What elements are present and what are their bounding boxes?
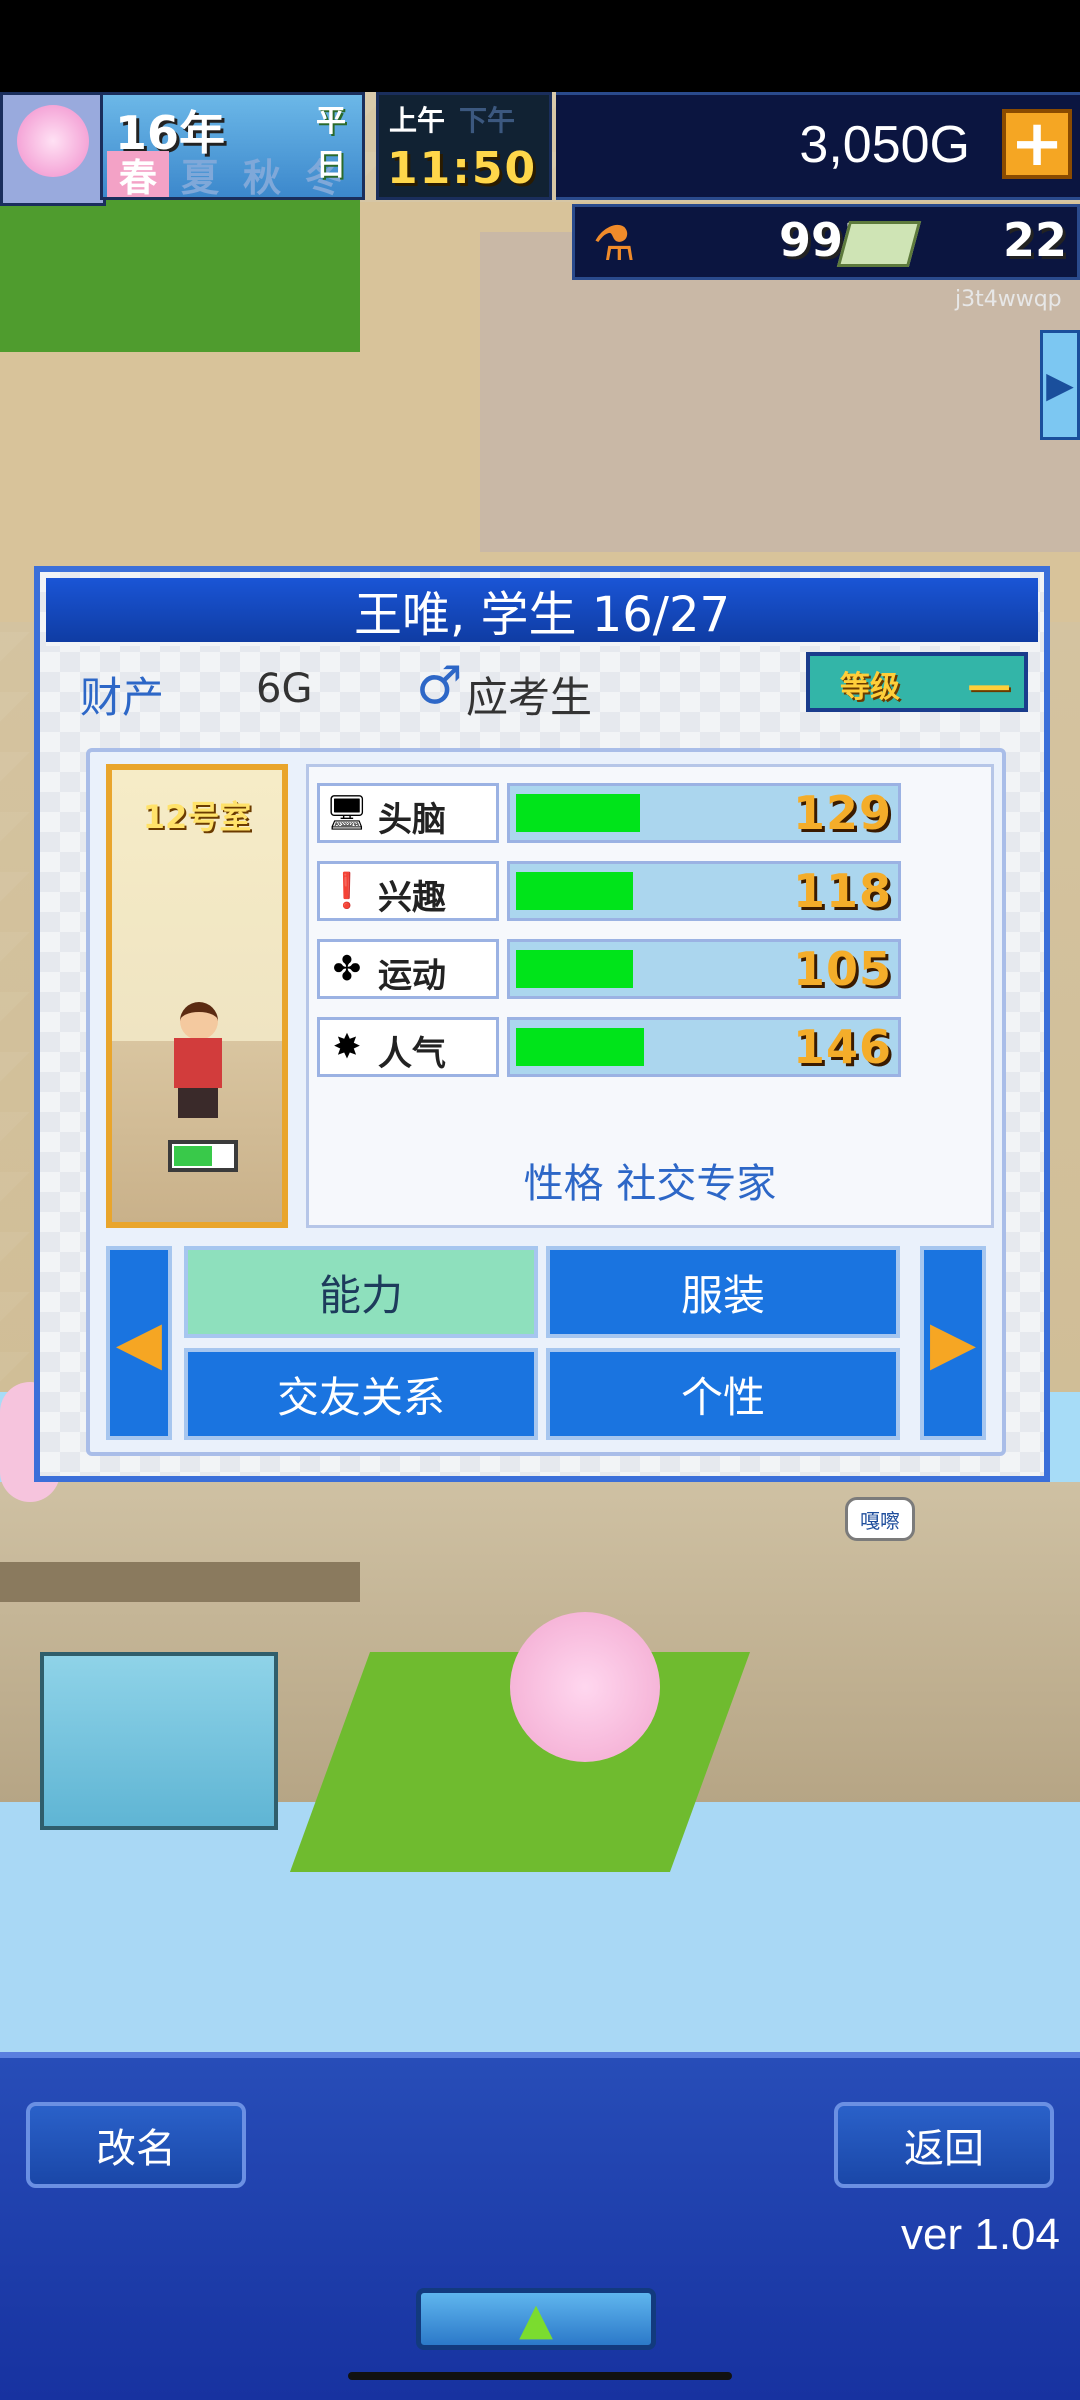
sprite-body <box>174 1038 222 1088</box>
glass-entrance <box>40 1652 278 1830</box>
stat-label-box: ✤ 运动 <box>317 939 499 999</box>
battery-icon <box>168 1140 238 1172</box>
stat-bar: 105 <box>507 939 901 999</box>
stat-bar-fill <box>516 872 633 910</box>
sprite-head <box>180 1002 218 1040</box>
stat-row-popularity: ✸ 人气 146 <box>317 1017 901 1077</box>
cherry-blossom-icon <box>17 105 89 177</box>
pm-label: 下午 <box>459 104 516 137</box>
watermark: j3t4wwqp <box>955 287 1062 312</box>
battery-fill <box>174 1146 212 1166</box>
money-value: 3,050G <box>799 116 970 174</box>
plus-icon: + <box>1010 107 1064 181</box>
stat-value: 146 <box>792 1020 892 1074</box>
season-avatar[interactable] <box>0 92 106 206</box>
room-card: 12号室 <box>106 764 288 1228</box>
student-status: 应考生 <box>466 673 593 722</box>
tab-relationships[interactable]: 交友关系 <box>184 1348 538 1440</box>
chevron-right-icon: ▶ <box>929 1308 977 1378</box>
hud: 16年 春 夏 秋 冬 平日 上午 下午 11:50 3,050G + ⚗ 99… <box>0 92 1080 312</box>
tab-personality[interactable]: 个性 <box>546 1348 900 1440</box>
season-autumn: 秋 <box>242 155 281 200</box>
next-student-button[interactable]: ▶ <box>920 1246 986 1440</box>
rename-button[interactable]: 改名 <box>26 2102 246 2188</box>
clock-time: 11:50 <box>387 143 538 194</box>
version-label: ver 1.04 <box>901 2210 1060 2259</box>
student-panel: 王唯, 学生 16/27 财产 6G ♂ 应考生 等级 一 12号室 🖥 头脑 … <box>34 566 1050 1482</box>
stat-label-box: ✸ 人气 <box>317 1017 499 1077</box>
cash-count: 22 <box>1002 213 1067 267</box>
panel-title: 王唯, 学生 16/27 <box>46 578 1038 646</box>
asset-label: 财产 <box>80 673 165 722</box>
popularity-icon: ✸ <box>332 1027 362 1067</box>
room-label: 12号室 <box>142 798 252 836</box>
stat-bar: 129 <box>507 783 901 843</box>
status-bar <box>0 0 1080 92</box>
flask-icon: ⚗ <box>592 216 636 272</box>
level-badge: 等级 一 <box>806 652 1028 714</box>
triangle-up-icon: ▲ <box>519 2293 553 2345</box>
level-value: 一 <box>968 665 1011 714</box>
stat-bar-fill <box>516 794 640 832</box>
personality-label: 性格 社交专家 <box>523 1161 777 1207</box>
stat-row-brain: 🖥 头脑 129 <box>317 783 901 843</box>
stat-bar-fill <box>516 950 633 988</box>
stat-value: 129 <box>792 786 892 840</box>
stat-name: 兴趣 <box>378 878 446 918</box>
add-money-button[interactable]: + <box>1002 109 1072 179</box>
stat-value: 105 <box>792 942 892 996</box>
season-spring: 春 <box>107 151 169 200</box>
stat-label-box: ❗ 兴趣 <box>317 861 499 921</box>
stat-name: 运动 <box>378 956 446 996</box>
money-panel: 3,050G + <box>556 92 1080 200</box>
sports-icon: ✤ <box>332 949 362 989</box>
speech-bubble: 嘎嚓 <box>845 1497 915 1541</box>
stat-bar-fill <box>516 1028 644 1066</box>
cash-icon <box>836 221 922 267</box>
back-button[interactable]: 返回 <box>834 2102 1054 2188</box>
ampm-indicator: 上午 下午 <box>389 99 515 139</box>
stat-row-sports: ✤ 运动 105 <box>317 939 901 999</box>
prev-student-button[interactable]: ◀ <box>106 1246 172 1440</box>
interest-icon: ❗ <box>325 871 369 911</box>
chevron-right-icon: ▶ <box>1046 364 1074 406</box>
tab-ability[interactable]: 能力 <box>184 1246 538 1338</box>
chevron-left-icon: ◀ <box>115 1308 163 1378</box>
stat-value: 118 <box>792 864 892 918</box>
side-menu-tab[interactable]: ▶ <box>1040 330 1080 440</box>
student-info-row: 财产 6G ♂ 应考生 等级 一 <box>40 652 1044 724</box>
time-panel: 上午 下午 11:50 <box>376 92 552 200</box>
tab-clothing[interactable]: 服装 <box>546 1246 900 1338</box>
stats-container: 12号室 🖥 头脑 129 ❗ 兴趣 118 ✤ 运动 105 ✸ 人气 146… <box>86 748 1006 1456</box>
student-sprite <box>166 1002 230 1124</box>
sprite-legs <box>178 1088 218 1118</box>
asset-value: 6G <box>256 666 313 712</box>
brain-icon: 🖥 <box>325 793 369 833</box>
stat-row-interest: ❗ 兴趣 118 <box>317 861 901 921</box>
expand-menu-button[interactable]: ▲ <box>416 2288 656 2350</box>
am-label: 上午 <box>389 104 446 137</box>
home-indicator <box>348 2372 732 2380</box>
stat-name: 头脑 <box>378 800 446 840</box>
season-summer: 夏 <box>180 155 219 200</box>
cherry-tree-icon <box>510 1612 660 1762</box>
stat-name: 人气 <box>378 1034 446 1074</box>
stat-label-box: 🖥 头脑 <box>317 783 499 843</box>
day-type-label: 平日 <box>316 104 346 183</box>
stat-bar: 146 <box>507 1017 901 1077</box>
stats-panel: 🖥 头脑 129 ❗ 兴趣 118 ✤ 运动 105 ✸ 人气 146 性格 社… <box>306 764 994 1228</box>
level-label: 等级 <box>840 670 900 705</box>
male-gender-icon: ♂ <box>416 656 463 716</box>
building-roof <box>0 1562 360 1602</box>
resource-panel: ⚗ 993 22 <box>572 204 1080 280</box>
stat-bar: 118 <box>507 861 901 921</box>
bottom-bar: 改名 返回 ver 1.04 ▲ <box>0 2052 1080 2400</box>
